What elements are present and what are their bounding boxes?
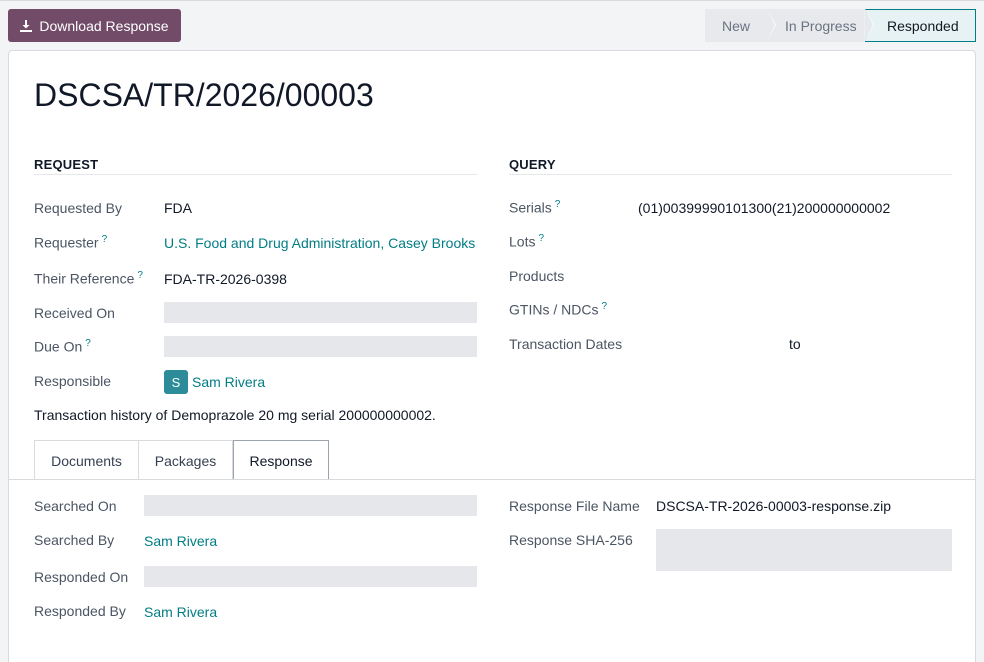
download-response-button[interactable]: Download Response	[8, 9, 181, 42]
help-icon[interactable]: ?	[137, 270, 143, 281]
gtins-ndcs-label-text: GTINs / NDCs	[509, 301, 599, 318]
transaction-dates-to: to	[789, 336, 801, 352]
requester-label-text: Requester	[34, 234, 99, 251]
responsible-link[interactable]: Sam Rivera	[192, 374, 265, 390]
responded-by-link[interactable]: Sam Rivera	[144, 604, 217, 620]
response-sha256-field[interactable]	[656, 529, 952, 571]
top-divider	[0, 0, 984, 1]
lots-label-text: Lots	[509, 233, 536, 250]
stage-new[interactable]: New	[705, 9, 776, 42]
response-sha256-label: Response SHA-256	[509, 532, 633, 548]
their-reference-label: Their Reference?	[34, 270, 143, 287]
request-section-heading: REQUEST	[34, 157, 99, 172]
searched-by-link[interactable]: Sam Rivera	[144, 533, 217, 549]
responsible-label: Responsible	[34, 373, 112, 389]
help-icon[interactable]: ?	[102, 234, 108, 245]
help-icon[interactable]: ?	[85, 338, 91, 349]
stage-in-progress[interactable]: In Progress	[767, 9, 874, 42]
request-note: Transaction history of Demoprazole 20 mg…	[34, 407, 436, 423]
tab-packages[interactable]: Packages	[139, 440, 233, 480]
form-sheet: DSCSA/TR/2026/00003 REQUEST QUERY Reques…	[8, 50, 976, 662]
download-response-label: Download Response	[39, 17, 169, 34]
serials-value[interactable]: (01)00399990101300(21)200000000002	[638, 200, 890, 216]
stage-arrow	[767, 9, 775, 41]
searched-on-label: Searched On	[34, 498, 117, 514]
status-bar: New In Progress Responded	[705, 9, 976, 42]
their-reference-label-text: Their Reference	[34, 270, 135, 287]
searched-by-label: Searched By	[34, 532, 115, 548]
query-section-divider	[509, 174, 952, 175]
serials-label-text: Serials	[509, 199, 552, 216]
searched-on-field[interactable]	[144, 495, 477, 516]
due-on-field[interactable]	[164, 336, 477, 357]
response-file-name-label: Response File Name	[509, 498, 640, 514]
request-section-divider	[34, 174, 477, 175]
transaction-dates-label: Transaction Dates	[509, 336, 623, 352]
due-on-label-text: Due On	[34, 338, 83, 355]
requester-label: Requester?	[34, 234, 107, 251]
received-on-label: Received On	[34, 305, 115, 321]
tab-documents[interactable]: Documents	[34, 440, 139, 480]
stage-arrow	[865, 9, 873, 41]
due-on-label: Due On?	[34, 338, 91, 355]
responded-by-label: Responded By	[34, 603, 126, 619]
stage-responded[interactable]: Responded	[864, 9, 976, 42]
help-icon[interactable]: ?	[601, 301, 607, 312]
response-file-name-value[interactable]: DSCSA-TR-2026-00003-response.zip	[656, 498, 891, 514]
responded-on-label: Responded On	[34, 569, 129, 585]
responded-on-field[interactable]	[144, 566, 477, 587]
requested-by-label: Requested By	[34, 200, 122, 216]
serials-label: Serials?	[509, 199, 560, 216]
requested-by-value[interactable]: FDA	[164, 200, 192, 216]
gtins-ndcs-label: GTINs / NDCs?	[509, 301, 607, 318]
lots-label: Lots?	[509, 233, 544, 250]
avatar[interactable]: S	[164, 370, 188, 394]
query-section-heading: QUERY	[509, 157, 556, 172]
stage-new-label: New	[722, 17, 751, 34]
help-icon[interactable]: ?	[538, 233, 544, 244]
stage-in-progress-label: In Progress	[785, 17, 857, 34]
record-title: DSCSA/TR/2026/00003	[34, 77, 374, 113]
tab-divider	[9, 479, 975, 480]
products-label: Products	[509, 268, 565, 284]
requester-link[interactable]: U.S. Food and Drug Administration, Casey…	[164, 235, 475, 251]
stage-responded-label: Responded	[887, 17, 959, 34]
notebook-tabs: Documents Packages Response	[34, 440, 329, 480]
download-icon	[20, 19, 33, 32]
received-on-field[interactable]	[164, 302, 477, 323]
help-icon[interactable]: ?	[555, 199, 561, 210]
tab-response[interactable]: Response	[233, 440, 329, 480]
their-reference-value[interactable]: FDA-TR-2026-0398	[164, 271, 287, 287]
